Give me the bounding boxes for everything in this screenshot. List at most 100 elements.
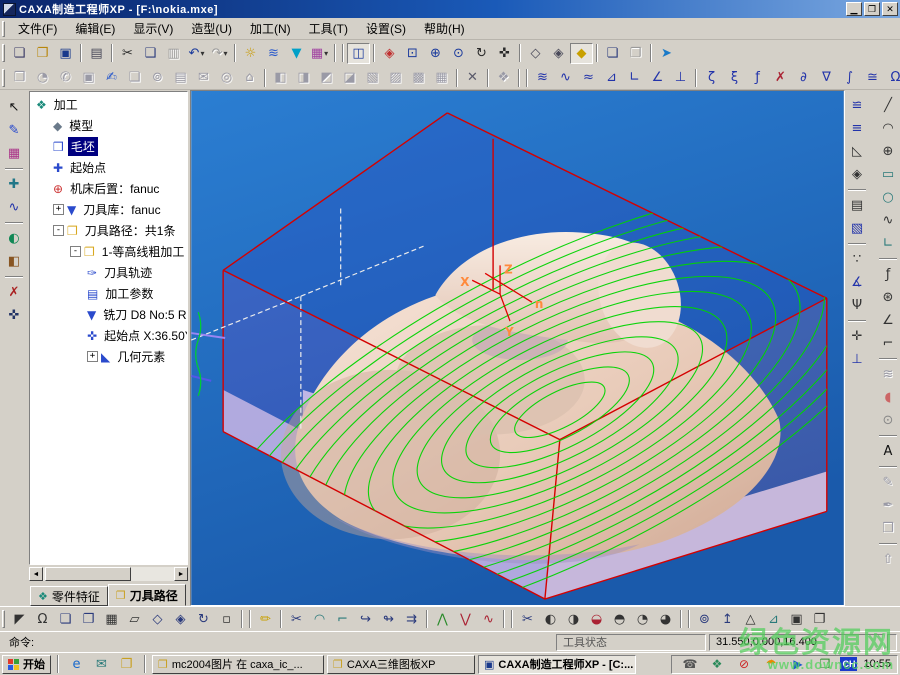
solid-generate-icon[interactable]: ◧: [3, 251, 25, 272]
media-player-icon[interactable]: ▶: [786, 654, 809, 675]
scroll-left-icon[interactable]: ◄: [29, 567, 43, 581]
dropdown-arrow-icon[interactable]: ▾: [223, 49, 227, 58]
color-palette-icon[interactable]: ▦: [3, 143, 25, 164]
surf-patch-icon[interactable]: ◒: [585, 609, 608, 630]
ime-indicator[interactable]: CH: [840, 657, 857, 671]
ie-icon[interactable]: e: [65, 654, 88, 675]
feature-hole-icon[interactable]: ◎: [215, 67, 238, 88]
delete-curve-icon[interactable]: ◤: [8, 609, 31, 630]
toolpath-edit-icon[interactable]: ζ: [700, 67, 723, 88]
restore-button[interactable]: ❐: [864, 2, 880, 16]
surface-offset-icon[interactable]: ▨: [384, 67, 407, 88]
surf-round2-icon[interactable]: ◑: [562, 609, 585, 630]
surface-stretch-icon[interactable]: ◧: [269, 67, 292, 88]
bell-curve-icon[interactable]: Ω: [31, 609, 54, 630]
surface-generate-icon[interactable]: ◐: [3, 228, 25, 249]
hide-entity-icon[interactable]: ✕: [461, 67, 484, 88]
text-tool-icon[interactable]: A: [877, 441, 899, 462]
curve-cut-icon[interactable]: ✂: [285, 609, 308, 630]
zoom-window-icon[interactable]: ⊡: [401, 43, 424, 64]
toolpath-check-icon[interactable]: ≅: [861, 67, 884, 88]
menu-machining[interactable]: 加工(N): [241, 18, 300, 39]
tree-expand-icon[interactable]: +: [53, 204, 64, 215]
surface-trim-icon[interactable]: ▩: [407, 67, 430, 88]
dim-ruler-icon[interactable]: ≡: [846, 118, 868, 139]
poly-break-icon[interactable]: ⋁: [454, 609, 477, 630]
undo-icon[interactable]: ↶▾: [185, 43, 208, 64]
poly-edit-icon[interactable]: ⋀: [431, 609, 454, 630]
toolpath-drill-icon[interactable]: ⊥: [669, 67, 692, 88]
handdisk-icon[interactable]: ❖: [705, 654, 728, 675]
sketch-pencil-icon[interactable]: ✎: [3, 120, 25, 141]
detail-icon[interactable]: ✒: [877, 495, 899, 516]
toolbar-grip[interactable]: [2, 44, 5, 62]
window-pick-cross-icon[interactable]: ❐: [77, 609, 100, 630]
dim-point-icon[interactable]: ∵: [846, 249, 868, 270]
plane-icon[interactable]: ▱: [123, 609, 146, 630]
angle-line-icon[interactable]: ∠: [877, 310, 899, 331]
hidden-line-display-icon[interactable]: ◈: [547, 43, 570, 64]
wireframe-display-icon[interactable]: ◇: [524, 43, 547, 64]
offset-curve-icon[interactable]: ⌐: [877, 333, 899, 354]
tree-item-tool-lib[interactable]: +▼刀具库：fanuc: [30, 199, 187, 220]
toolpath-parallel-icon[interactable]: ≈: [577, 67, 600, 88]
xform-copy-icon[interactable]: ❐: [808, 609, 831, 630]
tree-expand-icon[interactable]: -: [70, 246, 81, 257]
tree-item-toolpaths[interactable]: -❐刀具路径：共1条: [30, 220, 187, 241]
surface-net-icon[interactable]: ◪: [338, 67, 361, 88]
transform-icon[interactable]: ✜: [3, 305, 25, 326]
render-light-icon[interactable]: ➤: [655, 43, 678, 64]
chamfer-line-icon[interactable]: ⌐: [331, 609, 354, 630]
pick-arrow-icon[interactable]: ↖: [3, 97, 25, 118]
zoom-all-icon[interactable]: ◈: [378, 43, 401, 64]
surface-ruled-icon[interactable]: ▧: [361, 67, 384, 88]
tree-item-trajectory[interactable]: ✑刀具轨迹: [30, 262, 187, 283]
print-icon[interactable]: ▤: [85, 43, 108, 64]
stretch-curve-icon[interactable]: ↬: [377, 609, 400, 630]
toolpath-limit-icon[interactable]: ∠: [646, 67, 669, 88]
scroll-right-icon[interactable]: ►: [174, 567, 188, 581]
pan-view-icon[interactable]: ✜: [493, 43, 516, 64]
formula-curve-icon[interactable]: ƒ: [877, 264, 899, 285]
quad-mirror-icon[interactable]: ↻: [192, 609, 215, 630]
dash-box-icon[interactable]: ▫: [215, 609, 238, 630]
dim-diamond-icon[interactable]: ◈: [846, 164, 868, 185]
toolpath-copy-icon[interactable]: ƒ: [746, 67, 769, 88]
quad-icon[interactable]: ◇: [146, 609, 169, 630]
copy-icon[interactable]: ❑: [139, 43, 162, 64]
menu-tools[interactable]: 工具(T): [300, 18, 357, 39]
menu-grip[interactable]: [2, 21, 5, 37]
equal-spacing-icon[interactable]: ⇉: [400, 609, 423, 630]
tree-expand-icon[interactable]: +: [87, 351, 98, 362]
tree-horizontal-scrollbar[interactable]: ◄ ►: [29, 567, 188, 581]
toolpath-radial-icon[interactable]: ⊿: [600, 67, 623, 88]
dropdown-arrow-icon[interactable]: ▾: [324, 49, 328, 58]
dialup-icon[interactable]: ☎: [678, 654, 701, 675]
render-mode-icon[interactable]: ❖: [492, 67, 515, 88]
feature-draft-icon[interactable]: ✉: [192, 67, 215, 88]
erase-icon[interactable]: ✗: [3, 282, 25, 303]
surf-extend-icon[interactable]: ◓: [608, 609, 631, 630]
curve-generate-icon[interactable]: ∿: [3, 197, 25, 218]
minimize-button[interactable]: ▁: [846, 2, 862, 16]
tab-part-feature[interactable]: ❖ 零件特征: [30, 586, 108, 606]
surface-stitch-icon[interactable]: ▦: [430, 67, 453, 88]
feature-rib-icon[interactable]: ⌂: [238, 67, 261, 88]
import-icon[interactable]: ⇧: [877, 549, 899, 570]
task-images-folder[interactable]: ❐ mc2004图片 在 caxa_ic_...: [152, 655, 324, 674]
show-desktop-icon[interactable]: ❐: [115, 654, 138, 675]
zoom-in-icon[interactable]: ⊕: [424, 43, 447, 64]
new-window-icon[interactable]: ❏: [601, 43, 624, 64]
zoom-dynamic-icon[interactable]: ⊙: [447, 43, 470, 64]
surface-sweep-icon[interactable]: ◩: [315, 67, 338, 88]
ellipse-tool-icon[interactable]: ○: [877, 187, 899, 208]
polyline-tool-icon[interactable]: ∟: [877, 233, 899, 254]
feature-sweep-icon[interactable]: ✆: [54, 67, 77, 88]
tree-item-geometry[interactable]: +◣几何元素: [30, 346, 187, 367]
surf-cut-icon[interactable]: ✂: [516, 609, 539, 630]
projection-icon[interactable]: ≋: [877, 364, 899, 385]
menu-display[interactable]: 显示(V): [124, 18, 182, 39]
tree-item-params[interactable]: ▤加工参数: [30, 283, 187, 304]
lamp-icon[interactable]: ☼: [239, 43, 262, 64]
menu-edit[interactable]: 编辑(E): [66, 18, 124, 39]
